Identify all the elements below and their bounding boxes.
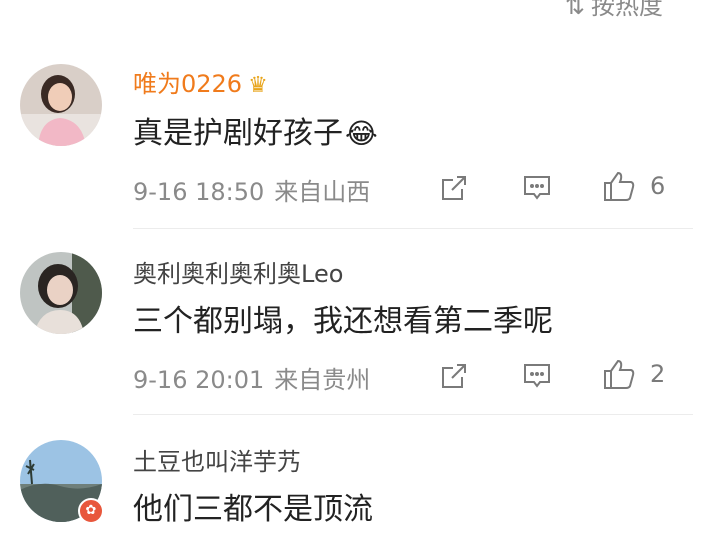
sort-toggle[interactable]: ⇅ 按热度 (565, 0, 663, 20)
comment-time: 9-16 18:50 (133, 178, 265, 206)
like-icon[interactable] (602, 358, 636, 390)
share-icon[interactable] (440, 362, 468, 390)
comment-text: 他们三都不是顶流 (133, 492, 373, 527)
comment-meta: 9-16 18:50 来自山西 (133, 172, 370, 207)
sort-icon: ⇅ (564, 0, 585, 20)
divider (133, 414, 693, 415)
username[interactable]: 唯为0226 ♛ (133, 64, 268, 99)
username[interactable]: 土豆也叫洋芋艿 (133, 442, 301, 477)
comment-text: 真是护剧好孩子😂 (133, 116, 378, 151)
share-icon[interactable] (440, 174, 468, 202)
crown-icon: ♛ (248, 73, 268, 98)
comment-reply-icon[interactable] (522, 174, 552, 202)
sort-label: 按热度 (591, 0, 663, 20)
avatar[interactable] (20, 252, 102, 334)
avatar[interactable] (20, 64, 102, 146)
verified-badge-icon: ✿ (78, 498, 104, 524)
comment-text: 三个都别塌，我还想看第二季呢 (133, 304, 553, 339)
comment-location: 来自贵州 (274, 366, 371, 394)
like-count: 6 (650, 172, 666, 200)
like-count: 2 (650, 360, 666, 388)
comment-reply-icon[interactable] (522, 362, 552, 390)
comment-location: 来自山西 (274, 178, 371, 206)
divider (133, 228, 693, 229)
laugh-cry-emoji: 😂 (345, 117, 378, 150)
username[interactable]: 奥利奥利奥利奥Leo (133, 254, 343, 289)
like-icon[interactable] (602, 170, 636, 202)
comment-meta: 9-16 20:01 来自贵州 (133, 360, 370, 395)
comment-time: 9-16 20:01 (133, 366, 265, 394)
